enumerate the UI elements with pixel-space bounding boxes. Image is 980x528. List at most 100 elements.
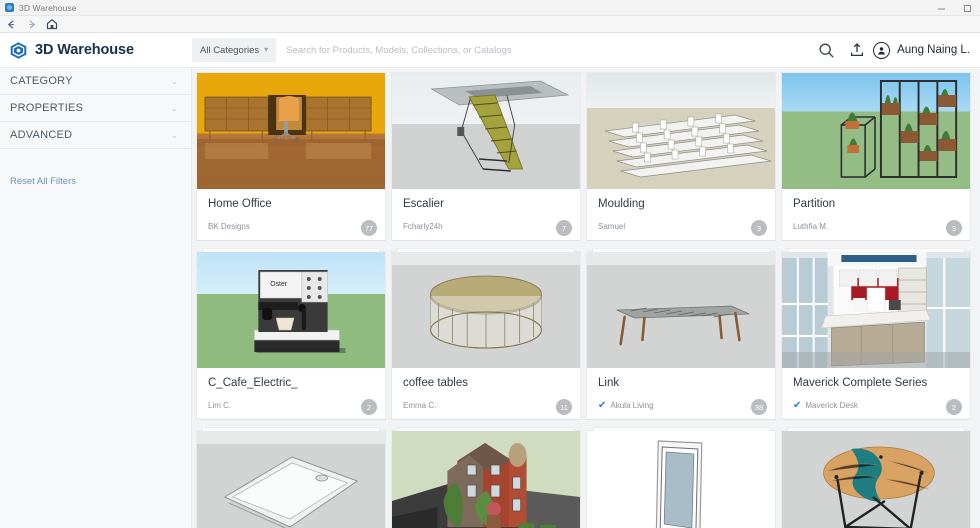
search-bar: All Categories ▾ — [192, 38, 844, 62]
card-title: Home Office — [208, 198, 272, 210]
card-thumbnail — [392, 73, 580, 189]
card-title: Escalier — [403, 198, 444, 210]
card-thumbnail — [392, 431, 580, 528]
result-card[interactable]: coffee tables Emma C. 11 — [391, 248, 581, 420]
svg-text:Oster: Oster — [270, 281, 288, 288]
brand-name: 3D Warehouse — [35, 42, 134, 58]
card-meta: Maverick Complete Series ✔ Maverick Desk… — [782, 368, 970, 419]
result-card[interactable] — [391, 427, 581, 528]
verified-check-icon: ✔ — [793, 399, 802, 411]
card-author: Emma C. — [403, 400, 437, 410]
filters-sidebar: CATEGORY ⌄ PROPERTIES ⌄ ADVANCED ⌄ Reset… — [0, 68, 192, 528]
back-arrow-icon[interactable] — [5, 18, 18, 31]
result-card[interactable] — [781, 427, 971, 528]
sidebar-item-advanced[interactable]: ADVANCED ⌄ — [0, 122, 191, 149]
forward-arrow-icon[interactable] — [25, 18, 38, 31]
chevron-down-icon: ▾ — [264, 45, 269, 54]
card-thumbnail — [782, 73, 970, 189]
minimize-icon[interactable] — [928, 0, 954, 16]
chevron-down-icon: ⌄ — [170, 129, 178, 140]
card-author-row: Emma C. — [403, 401, 569, 410]
card-meta: C_Cafe_Electric_ Lim C. 2 — [197, 368, 385, 419]
window-title: 3D Warehouse — [19, 2, 77, 13]
card-thumbnail — [197, 73, 385, 189]
card-author-row: Luthfia M. — [793, 222, 959, 231]
card-author-row: ✔ Akula Living — [598, 399, 764, 411]
sidebar-item-properties[interactable]: PROPERTIES ⌄ — [0, 95, 191, 122]
result-card[interactable]: Oster C_Cafe_Electric_ Lim C. 2 — [196, 248, 386, 420]
upload-icon[interactable] — [848, 41, 866, 59]
card-title: Moulding — [598, 198, 645, 210]
card-thumbnail — [197, 431, 385, 528]
browser-nav-strip — [0, 16, 980, 33]
result-card[interactable]: Link ✔ Akula Living 38 — [586, 248, 776, 420]
model-count-badge: 3 — [946, 220, 962, 236]
results-grid: Home Office BK Designs 77 Escalier Fchar… — [196, 72, 980, 528]
card-meta: Escalier Fcharly24h 7 — [392, 189, 580, 240]
category-select[interactable]: All Categories ▾ — [192, 38, 277, 62]
window-controls — [928, 0, 980, 16]
model-count-badge: 7 — [556, 220, 572, 236]
result-card[interactable]: Maverick Complete Series ✔ Maverick Desk… — [781, 248, 971, 420]
page-body: CATEGORY ⌄ PROPERTIES ⌄ ADVANCED ⌄ Reset… — [0, 68, 980, 528]
card-author-row: BK Designs — [208, 222, 374, 231]
app-header: 3D Warehouse All Categories ▾ Aung Naing… — [0, 33, 980, 68]
model-count-badge: 11 — [556, 399, 572, 415]
warehouse-app-icon — [5, 3, 14, 12]
result-card[interactable]: Escalier Fcharly24h 7 — [391, 72, 581, 241]
sidebar-item-label: ADVANCED — [10, 129, 73, 141]
result-card[interactable]: Partition Luthfia M. 3 — [781, 72, 971, 241]
card-author: Maverick Desk — [805, 401, 858, 411]
model-count-badge: 38 — [751, 399, 767, 415]
sidebar-item-label: CATEGORY — [10, 75, 73, 87]
chevron-down-icon: ⌄ — [170, 75, 178, 86]
card-author-row: Fcharly24h — [403, 222, 569, 231]
card-title: Maverick Complete Series — [793, 377, 928, 389]
result-card[interactable] — [196, 427, 386, 528]
search-input[interactable] — [276, 38, 809, 62]
card-author-row: Lim C. — [208, 401, 374, 410]
card-thumbnail — [587, 73, 775, 189]
card-meta: Partition Luthfia M. 3 — [782, 189, 970, 240]
card-thumbnail — [587, 431, 775, 528]
card-thumbnail — [782, 431, 970, 528]
card-thumbnail — [587, 252, 775, 368]
model-count-badge: 2 — [361, 399, 377, 415]
card-meta: Link ✔ Akula Living 38 — [587, 368, 775, 419]
result-card[interactable] — [586, 427, 776, 528]
sidebar-item-label: PROPERTIES — [10, 102, 84, 114]
reset-all-filters-link[interactable]: Reset All Filters — [10, 176, 76, 187]
card-author-row: Samuel — [598, 222, 764, 231]
sidebar-item-category[interactable]: CATEGORY ⌄ — [0, 68, 191, 95]
card-meta: Moulding Samuel 3 — [587, 189, 775, 240]
card-title: C_Cafe_Electric_ — [208, 377, 298, 389]
result-card[interactable]: Home Office BK Designs 77 — [196, 72, 386, 241]
card-author: Luthfia M. — [793, 221, 829, 231]
card-author-row: ✔ Maverick Desk — [793, 399, 959, 411]
search-icon[interactable] — [808, 37, 844, 63]
card-author: Akula Living — [610, 401, 654, 411]
reset-filters-area: Reset All Filters — [0, 149, 191, 189]
account-name[interactable]: Aung Naing L. — [897, 44, 970, 56]
category-select-value: All Categories — [200, 44, 260, 56]
results-area[interactable]: Home Office BK Designs 77 Escalier Fchar… — [192, 68, 980, 528]
card-title: coffee tables — [403, 377, 469, 389]
model-count-badge: 3 — [751, 220, 767, 236]
card-title: Partition — [793, 198, 836, 210]
result-card[interactable]: Moulding Samuel 3 — [586, 72, 776, 241]
card-meta: Home Office BK Designs 77 — [197, 189, 385, 240]
window-titlebar: 3D Warehouse — [0, 0, 980, 16]
chevron-down-icon: ⌄ — [170, 102, 178, 113]
card-title: Link — [598, 377, 620, 389]
brand[interactable]: 3D Warehouse — [0, 41, 192, 60]
maximize-icon[interactable] — [954, 0, 980, 16]
home-icon[interactable] — [45, 18, 58, 31]
verified-check-icon: ✔ — [598, 399, 607, 411]
card-thumbnail: Oster — [197, 252, 385, 368]
model-count-badge: 2 — [946, 399, 962, 415]
card-thumbnail — [782, 252, 970, 368]
card-thumbnail — [392, 252, 580, 368]
avatar[interactable] — [873, 41, 891, 59]
header-account-area: Aung Naing L. — [848, 41, 980, 59]
card-meta: coffee tables Emma C. 11 — [392, 368, 580, 419]
